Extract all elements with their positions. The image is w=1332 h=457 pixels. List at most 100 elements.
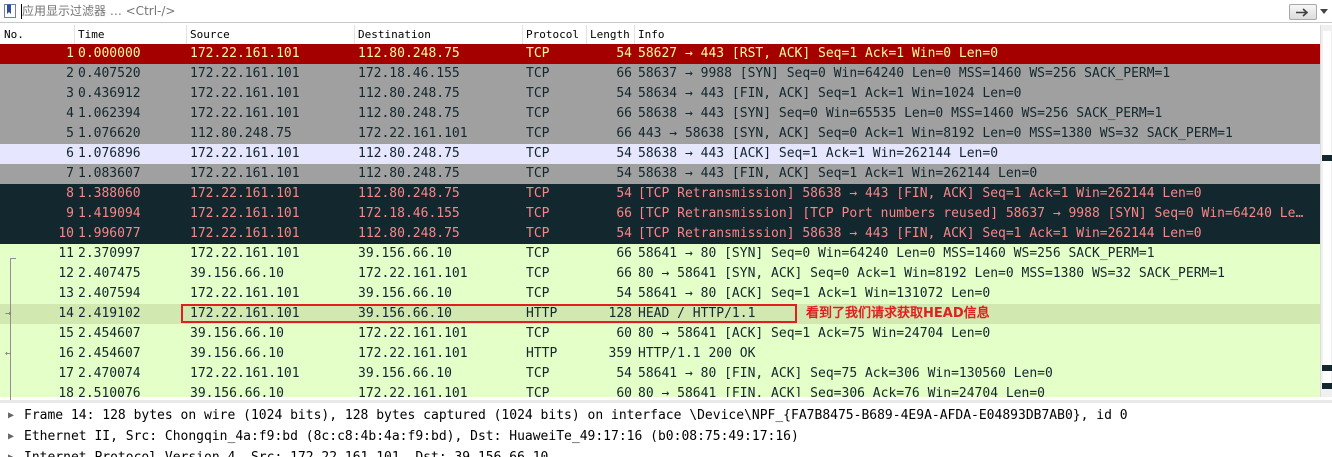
expand-arrow-icon[interactable]: ▶ bbox=[8, 426, 14, 447]
column-header-destination[interactable]: Destination bbox=[358, 28, 431, 43]
packet-cell-proto: HTTP bbox=[526, 346, 558, 361]
packet-row[interactable]: 15 2.454607 39.156.66.10 172.22.161.101 TCP 6… bbox=[0, 324, 1320, 344]
packet-cell-info: 58641 → 80 [FIN, ACK] Seq=75 Ack=306 Win… bbox=[638, 366, 1053, 381]
packet-row[interactable]: 7 1.083607 172.22.161.101 112.80.248.75 TCP 5… bbox=[0, 164, 1320, 184]
packet-row[interactable]: 8 1.388060 172.22.161.101 112.80.248.75 TCP 5… bbox=[0, 184, 1320, 204]
packet-cell-info: 80 → 58641 [SYN, ACK] Seq=0 Ack=1 Win=81… bbox=[638, 266, 1225, 281]
packet-list[interactable]: 1 0.000000 172.22.161.101 112.80.248.75 TCP 5… bbox=[0, 44, 1320, 397]
packet-cell-proto: TCP bbox=[526, 266, 550, 281]
column-divider[interactable] bbox=[634, 25, 635, 44]
packet-cell-time: 1.419094 bbox=[78, 206, 141, 221]
packet-cell-time: 1.388060 bbox=[78, 186, 141, 201]
packet-row[interactable]: 12 2.407475 39.156.66.10 172.22.161.101 TCP 6… bbox=[0, 264, 1320, 284]
packet-cell-dst: 172.22.161.101 bbox=[358, 386, 468, 397]
packet-cell-proto: TCP bbox=[526, 286, 550, 301]
dropdown-icon[interactable] bbox=[1320, 9, 1328, 14]
packet-cell-len: 66 bbox=[616, 126, 632, 141]
apply-filter-button[interactable] bbox=[1289, 4, 1317, 20]
packet-cell-src: 172.22.161.101 bbox=[190, 166, 300, 181]
packet-cell-time: 2.407594 bbox=[78, 286, 141, 301]
column-header-info[interactable]: Info bbox=[638, 28, 665, 43]
packet-cell-dst: 172.22.161.101 bbox=[358, 326, 468, 341]
display-filter-input[interactable] bbox=[22, 2, 1282, 20]
column-header-source[interactable]: Source bbox=[190, 28, 230, 43]
packet-cell-info: 58638 → 443 [FIN, ACK] Seq=1 Ack=1 Win=2… bbox=[638, 166, 1038, 181]
packet-row[interactable]: 5 1.076620 112.80.248.75 172.22.161.101 TCP 6… bbox=[0, 124, 1320, 144]
highlight-box bbox=[181, 304, 797, 323]
packet-cell-time: 1.083607 bbox=[78, 166, 141, 181]
packet-cell-time: 2.470074 bbox=[78, 366, 141, 381]
packet-cell-src: 172.22.161.101 bbox=[190, 106, 300, 121]
packet-cell-info: HTTP/1.1 200 OK bbox=[638, 346, 756, 361]
packet-cell-time: 2.454607 bbox=[78, 346, 141, 361]
column-divider[interactable] bbox=[522, 25, 523, 44]
packet-cell-info: 58641 → 80 [ACK] Seq=1 Ack=1 Win=131072 … bbox=[638, 286, 991, 301]
packet-cell-dst: 172.22.161.101 bbox=[358, 346, 468, 361]
packet-row[interactable]: 9 1.419094 172.22.161.101 172.18.46.155 TCP 6… bbox=[0, 204, 1320, 224]
packet-cell-dst: 39.156.66.10 bbox=[358, 246, 452, 261]
column-divider[interactable] bbox=[186, 25, 187, 44]
vertical-scrollbar[interactable] bbox=[1320, 25, 1332, 397]
scrollbar-thumb[interactable] bbox=[1323, 31, 1331, 387]
packet-cell-time: 0.407520 bbox=[78, 66, 141, 81]
packet-cell-info: 80 → 58641 [ACK] Seq=1 Ack=75 Win=24704 … bbox=[638, 326, 991, 341]
packet-cell-proto: TCP bbox=[526, 146, 550, 161]
conversation-start-tick bbox=[10, 258, 16, 259]
packet-cell-src: 172.22.161.101 bbox=[190, 86, 300, 101]
packet-cell-no: 2 bbox=[66, 66, 74, 81]
bookmark-icon[interactable] bbox=[4, 4, 16, 18]
packet-cell-len: 60 bbox=[616, 326, 632, 341]
packet-cell-no: 14 bbox=[58, 306, 74, 321]
packet-cell-src: 112.80.248.75 bbox=[190, 126, 292, 141]
packet-cell-proto: TCP bbox=[526, 326, 550, 341]
packet-row[interactable]: 11 2.370997 172.22.161.101 39.156.66.10 TCP 6… bbox=[0, 244, 1320, 264]
packet-row[interactable]: 4 1.062394 172.22.161.101 112.80.248.75 TCP 6… bbox=[0, 104, 1320, 124]
packet-cell-proto: TCP bbox=[526, 206, 550, 221]
packet-cell-len: 66 bbox=[616, 266, 632, 281]
column-divider[interactable] bbox=[586, 25, 587, 44]
column-divider[interactable] bbox=[354, 25, 355, 44]
packet-row[interactable]: 2 0.407520 172.22.161.101 172.18.46.155 TCP 6… bbox=[0, 64, 1320, 84]
packet-cell-no: 10 bbox=[58, 226, 74, 241]
packet-cell-info: [TCP Retransmission] 58638 → 443 [FIN, A… bbox=[638, 186, 1202, 201]
packet-cell-src: 172.22.161.101 bbox=[190, 206, 300, 221]
packet-cell-len: 54 bbox=[616, 286, 632, 301]
packet-cell-no: 12 bbox=[58, 266, 74, 281]
packet-cell-dst: 172.22.161.101 bbox=[358, 126, 468, 141]
packet-row[interactable]: 10 1.996077 172.22.161.101 112.80.248.75 TCP… bbox=[0, 224, 1320, 244]
packet-row[interactable]: 6 1.076896 172.22.161.101 112.80.248.75 TCP 5… bbox=[0, 144, 1320, 164]
packet-cell-src: 172.22.161.101 bbox=[190, 366, 300, 381]
packet-cell-len: 66 bbox=[616, 66, 632, 81]
packet-row[interactable]: 16 2.454607 39.156.66.10 172.22.161.101 HTTP… bbox=[0, 344, 1320, 364]
packet-cell-time: 2.510076 bbox=[78, 386, 141, 397]
packet-cell-len: 66 bbox=[616, 246, 632, 261]
packet-cell-no: 3 bbox=[66, 86, 74, 101]
packet-cell-time: 2.454607 bbox=[78, 326, 141, 341]
packet-cell-info: 443 → 58638 [SYN, ACK] Seq=0 Ack=1 Win=8… bbox=[638, 126, 1233, 141]
packet-cell-len: 54 bbox=[616, 146, 632, 161]
packet-cell-dst: 39.156.66.10 bbox=[358, 286, 452, 301]
packet-cell-dst: 112.80.248.75 bbox=[358, 166, 460, 181]
column-header-protocol[interactable]: Protocol bbox=[526, 28, 579, 43]
packet-row[interactable]: 3 0.436912 172.22.161.101 112.80.248.75 TCP 5… bbox=[0, 84, 1320, 104]
packet-list-header: No. Time Source Destination Protocol Len… bbox=[0, 25, 1320, 45]
detail-row-frame[interactable]: ▶ Frame 14: 128 bytes on wire (1024 bits… bbox=[0, 405, 1332, 426]
packet-cell-info: 58638 → 443 [SYN] Seq=0 Win=65535 Len=0 … bbox=[638, 106, 1163, 121]
packet-cell-len: 54 bbox=[616, 46, 632, 61]
detail-row-ethernet[interactable]: ▶ Ethernet II, Src: Chongqin_4a:f9:bd (8… bbox=[0, 426, 1332, 447]
column-header-time[interactable]: Time bbox=[78, 28, 105, 43]
detail-row-ipv4[interactable]: ▶ Internet Protocol Version 4, Src: 172.… bbox=[0, 447, 1332, 457]
packet-row[interactable]: 1 0.000000 172.22.161.101 112.80.248.75 TCP 5… bbox=[0, 44, 1320, 64]
packet-cell-no: 9 bbox=[66, 206, 74, 221]
packet-row[interactable]: 13 2.407594 172.22.161.101 39.156.66.10 TCP 5… bbox=[0, 284, 1320, 304]
expand-arrow-icon[interactable]: ▶ bbox=[8, 405, 14, 426]
packet-row[interactable]: 17 2.470074 172.22.161.101 39.156.66.10 TCP 5… bbox=[0, 364, 1320, 384]
expand-arrow-icon[interactable]: ▶ bbox=[8, 447, 14, 457]
column-header-no[interactable]: No. bbox=[4, 28, 24, 43]
packet-row[interactable]: 18 2.510076 39.156.66.10 172.22.161.101 TCP 6… bbox=[0, 384, 1320, 397]
packet-cell-src: 39.156.66.10 bbox=[190, 326, 284, 341]
column-divider[interactable] bbox=[74, 25, 75, 44]
packet-cell-dst: 39.156.66.10 bbox=[358, 366, 452, 381]
packet-cell-time: 0.000000 bbox=[78, 46, 141, 61]
column-header-length[interactable]: Length bbox=[590, 28, 630, 43]
